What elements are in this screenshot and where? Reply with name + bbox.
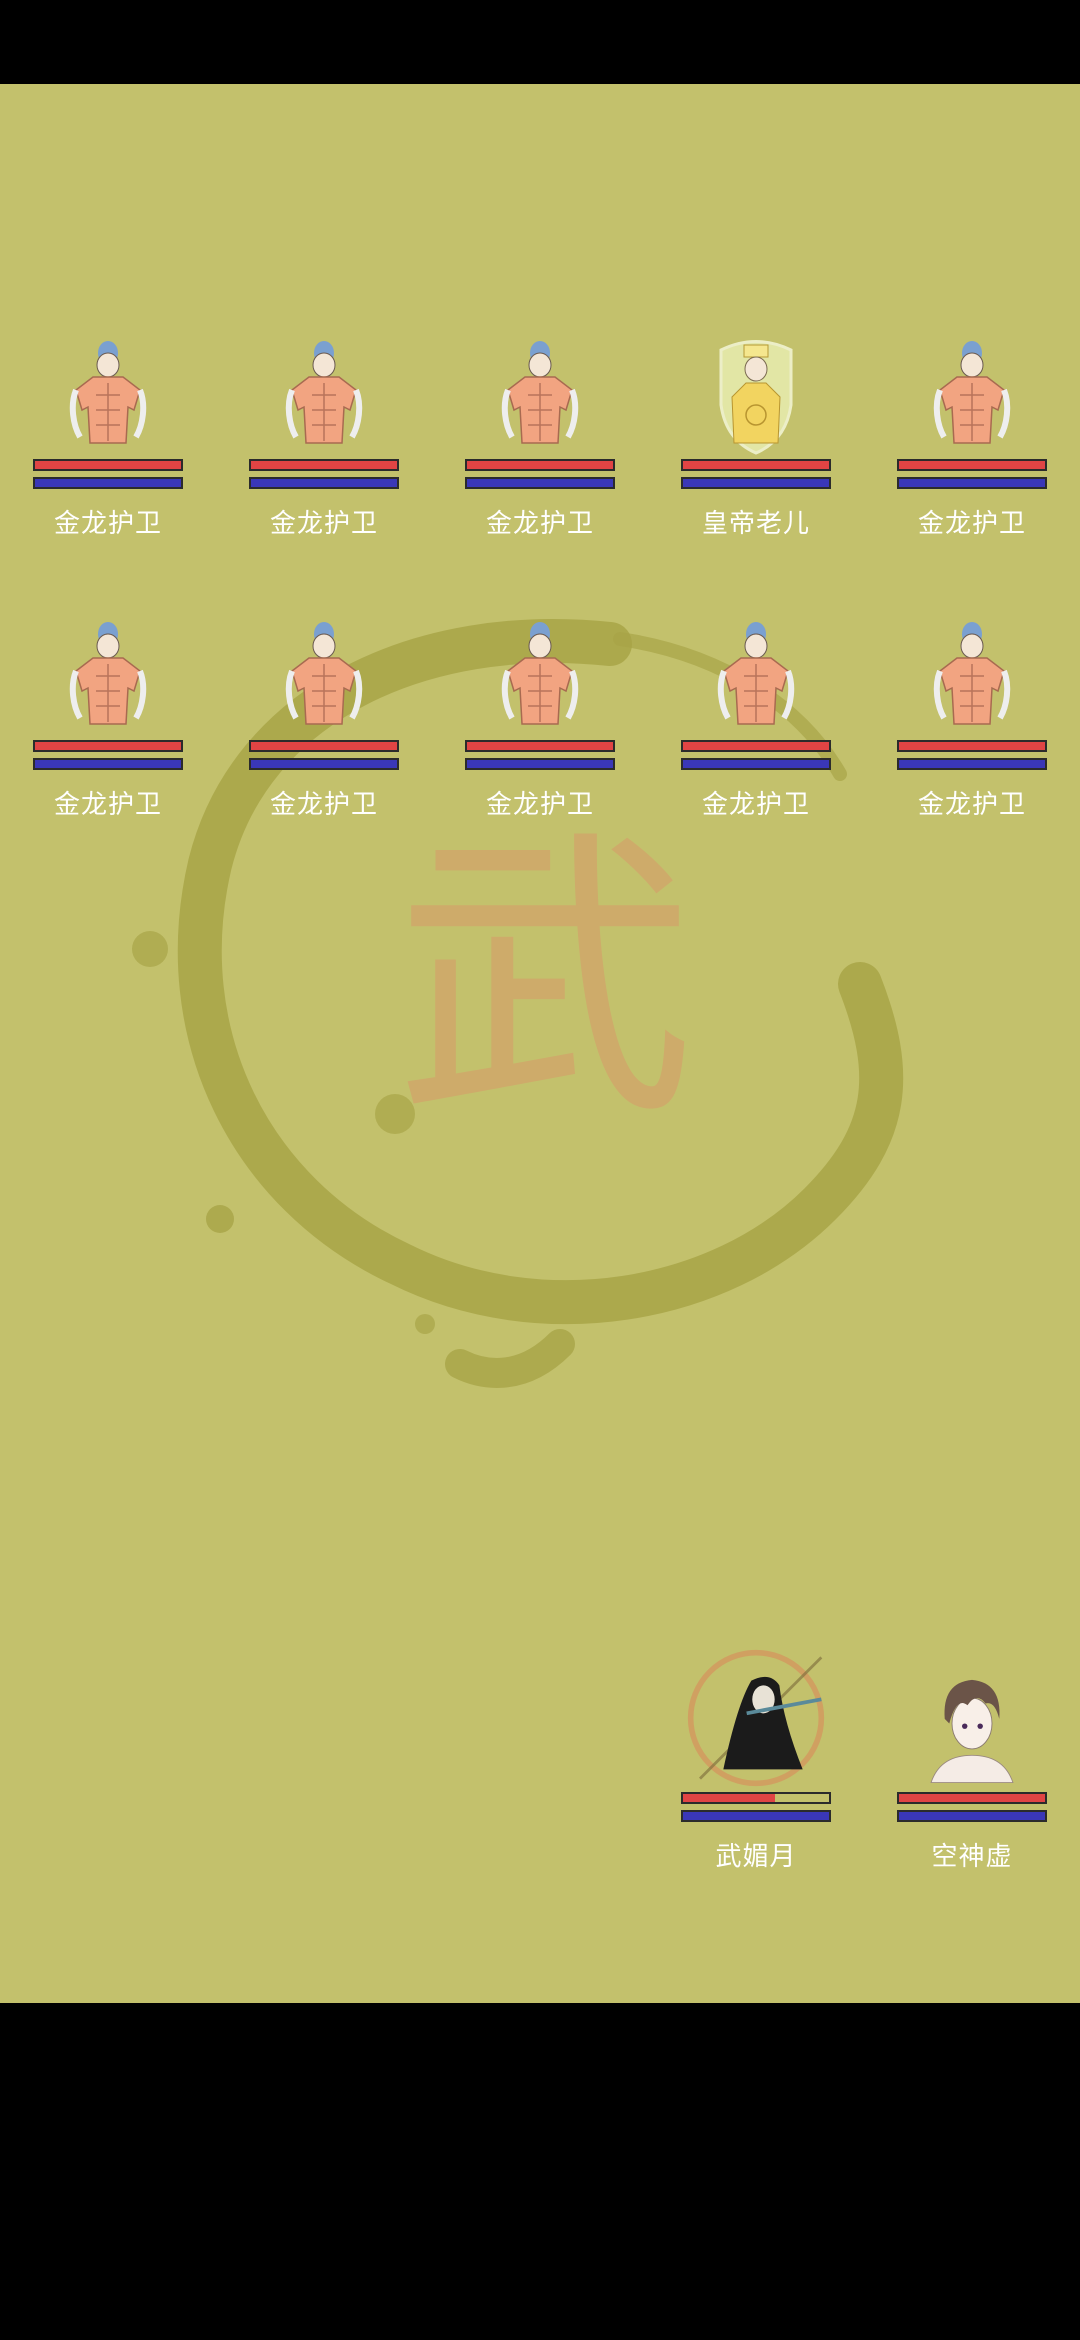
armored-guard-portrait[interactable] <box>490 335 590 455</box>
unit-name: 金龙护卫 <box>485 790 594 820</box>
unit-name: 武媚月 <box>715 1842 797 1872</box>
unit-name: 金龙护卫 <box>701 790 810 820</box>
armored-guard-portrait[interactable] <box>58 335 158 455</box>
hp-bar <box>681 1792 831 1804</box>
armored-guard-portrait[interactable] <box>58 616 158 736</box>
unit-enemies_row1-4[interactable]: 金龙护卫 <box>897 335 1047 575</box>
mp-fill <box>467 479 613 487</box>
hp-bar <box>897 459 1047 471</box>
unit-name: 空神虚 <box>931 1842 1013 1872</box>
mp-bar <box>249 477 399 489</box>
unit-allies-1[interactable]: 空神虚 <box>897 1668 1047 1908</box>
unit-name: 金龙护卫 <box>53 509 162 539</box>
unit-name: 金龙护卫 <box>485 509 594 539</box>
mp-fill <box>683 479 829 487</box>
mp-bar <box>33 477 183 489</box>
unit-enemies_row2-4[interactable]: 金龙护卫 <box>897 616 1047 856</box>
hp-fill <box>467 742 613 750</box>
brown-haired-youth-portrait[interactable] <box>922 1668 1022 1788</box>
hp-fill <box>251 742 397 750</box>
unit-enemies_row2-0[interactable]: 金龙护卫 <box>33 616 183 856</box>
mp-fill <box>251 760 397 768</box>
mp-fill <box>467 760 613 768</box>
hp-fill <box>251 461 397 469</box>
unit-enemies_row1-1[interactable]: 金龙护卫 <box>249 335 399 575</box>
unit-enemies_row1-3[interactable]: 皇帝老儿 <box>681 335 831 575</box>
mp-bar <box>681 758 831 770</box>
hp-bar <box>33 459 183 471</box>
mp-bar <box>33 758 183 770</box>
unit-enemies_row1-0[interactable]: 金龙护卫 <box>33 335 183 575</box>
status-bar <box>0 0 1080 84</box>
hp-fill <box>467 461 613 469</box>
mp-bar <box>897 758 1047 770</box>
mp-fill <box>251 479 397 487</box>
unit-name: 金龙护卫 <box>269 790 378 820</box>
hp-fill <box>683 1794 775 1802</box>
hp-bar <box>897 1792 1047 1804</box>
background-glyph: 武 <box>395 806 695 1155</box>
hp-bar <box>681 740 831 752</box>
unit-name: 皇帝老儿 <box>701 509 810 539</box>
hp-bar <box>249 459 399 471</box>
armored-guard-portrait[interactable] <box>274 616 374 736</box>
hp-bar <box>249 740 399 752</box>
armored-guard-portrait[interactable] <box>706 616 806 736</box>
unit-name: 金龙护卫 <box>917 790 1026 820</box>
mp-fill <box>683 1812 829 1820</box>
hp-fill <box>35 742 181 750</box>
mp-bar <box>249 758 399 770</box>
mp-fill <box>899 760 1045 768</box>
mp-fill <box>899 1812 1045 1820</box>
mp-fill <box>35 479 181 487</box>
hp-bar <box>897 740 1047 752</box>
armored-guard-portrait[interactable] <box>922 335 1022 455</box>
hp-fill <box>683 742 829 750</box>
unit-enemies_row2-2[interactable]: 金龙护卫 <box>465 616 615 856</box>
hp-fill <box>899 742 1045 750</box>
unit-name: 金龙护卫 <box>917 509 1026 539</box>
bottom-black-bar <box>0 2003 1080 2340</box>
armored-guard-portrait[interactable] <box>274 335 374 455</box>
hp-bar <box>33 740 183 752</box>
flute-player-portrait[interactable] <box>681 1648 831 1788</box>
mp-fill <box>899 479 1045 487</box>
mp-fill <box>35 760 181 768</box>
unit-enemies_row2-1[interactable]: 金龙护卫 <box>249 616 399 856</box>
hp-fill <box>899 461 1045 469</box>
emperor-shielded-portrait[interactable] <box>706 335 806 455</box>
armored-guard-portrait[interactable] <box>490 616 590 736</box>
mp-fill <box>683 760 829 768</box>
unit-enemies_row2-3[interactable]: 金龙护卫 <box>681 616 831 856</box>
mp-bar <box>897 1810 1047 1822</box>
hp-bar <box>465 459 615 471</box>
unit-name: 金龙护卫 <box>269 509 378 539</box>
hp-fill <box>683 461 829 469</box>
armored-guard-portrait[interactable] <box>922 616 1022 736</box>
unit-allies-0[interactable]: 武媚月 <box>681 1649 831 1908</box>
unit-enemies_row1-2[interactable]: 金龙护卫 <box>465 335 615 575</box>
hp-bar <box>681 459 831 471</box>
mp-bar <box>465 477 615 489</box>
mp-bar <box>681 1810 831 1822</box>
unit-name: 金龙护卫 <box>53 790 162 820</box>
hp-fill <box>899 1794 1045 1802</box>
hp-fill <box>35 461 181 469</box>
mp-bar <box>681 477 831 489</box>
mp-bar <box>465 758 615 770</box>
hp-bar <box>465 740 615 752</box>
mp-bar <box>897 477 1047 489</box>
